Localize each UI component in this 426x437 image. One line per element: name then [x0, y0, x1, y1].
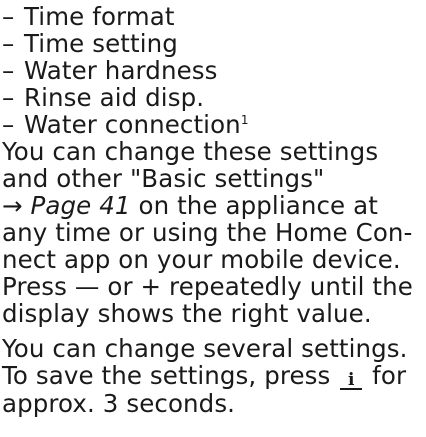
- page-reference-link[interactable]: Page 41: [31, 191, 131, 220]
- list-dash: –: [2, 83, 15, 112]
- list-item: – Time setting: [2, 30, 422, 57]
- list-item-label: Time format: [24, 2, 175, 31]
- list-dash: –: [2, 56, 15, 85]
- manual-page: – Time format – Time setting – Water hardne…: [2, 3, 422, 417]
- list-item-label: Water hardness: [24, 56, 218, 85]
- text-fragment: for: [364, 361, 407, 390]
- paragraph-press-buttons: Press — or + repeatedly until the displa…: [2, 273, 422, 327]
- paragraph-basic-settings: You can change these settings and other …: [2, 138, 422, 273]
- text-fragment: Press: [2, 272, 75, 301]
- text-fragment: repeatedly until the: [161, 272, 413, 301]
- list-item-label: Water connection: [24, 110, 241, 139]
- info-glyph: i: [347, 370, 355, 390]
- minus-icon: —: [74, 272, 100, 301]
- text-line: You can change several settings.: [2, 334, 408, 363]
- settings-list: – Time format – Time setting – Water hardne…: [2, 3, 422, 138]
- text-line: and other "Basic settings": [2, 164, 325, 193]
- list-dash: –: [2, 29, 15, 58]
- text-line: any time or using the Home Con-: [2, 218, 413, 247]
- footnote-marker: 1: [240, 112, 249, 127]
- text-line: → Page 41 on the appliance at: [2, 192, 422, 219]
- info-button-icon: i: [338, 370, 364, 390]
- info-underline: [340, 388, 363, 390]
- text-line: You can change these settings: [2, 137, 379, 166]
- list-item-label: Rinse aid disp.: [24, 83, 205, 112]
- text-line: approx. 3 seconds.: [2, 389, 236, 418]
- text-line: To save the settings, press i for: [2, 362, 422, 390]
- paragraph-save-settings: You can change several settings. To save…: [2, 335, 422, 417]
- list-dash: –: [2, 110, 15, 139]
- list-item: – Water hardness: [2, 57, 422, 84]
- plus-icon: +: [140, 272, 162, 301]
- text-line: display shows the right value.: [2, 299, 372, 328]
- text-line: Press — or + repeatedly until the: [2, 273, 422, 300]
- list-item: – Time format: [2, 3, 422, 30]
- list-item: – Water connection1: [2, 111, 422, 138]
- text-fragment: on the appliance at: [130, 191, 378, 220]
- list-item: – Rinse aid disp.: [2, 84, 422, 111]
- list-item-label: Time setting: [24, 29, 178, 58]
- list-dash: –: [2, 2, 15, 31]
- text-fragment: or: [99, 272, 141, 301]
- arrow-icon: →: [2, 191, 23, 220]
- text-line: nect app on your mobile device.: [2, 245, 401, 274]
- text-fragment: To save the settings, press: [2, 361, 339, 390]
